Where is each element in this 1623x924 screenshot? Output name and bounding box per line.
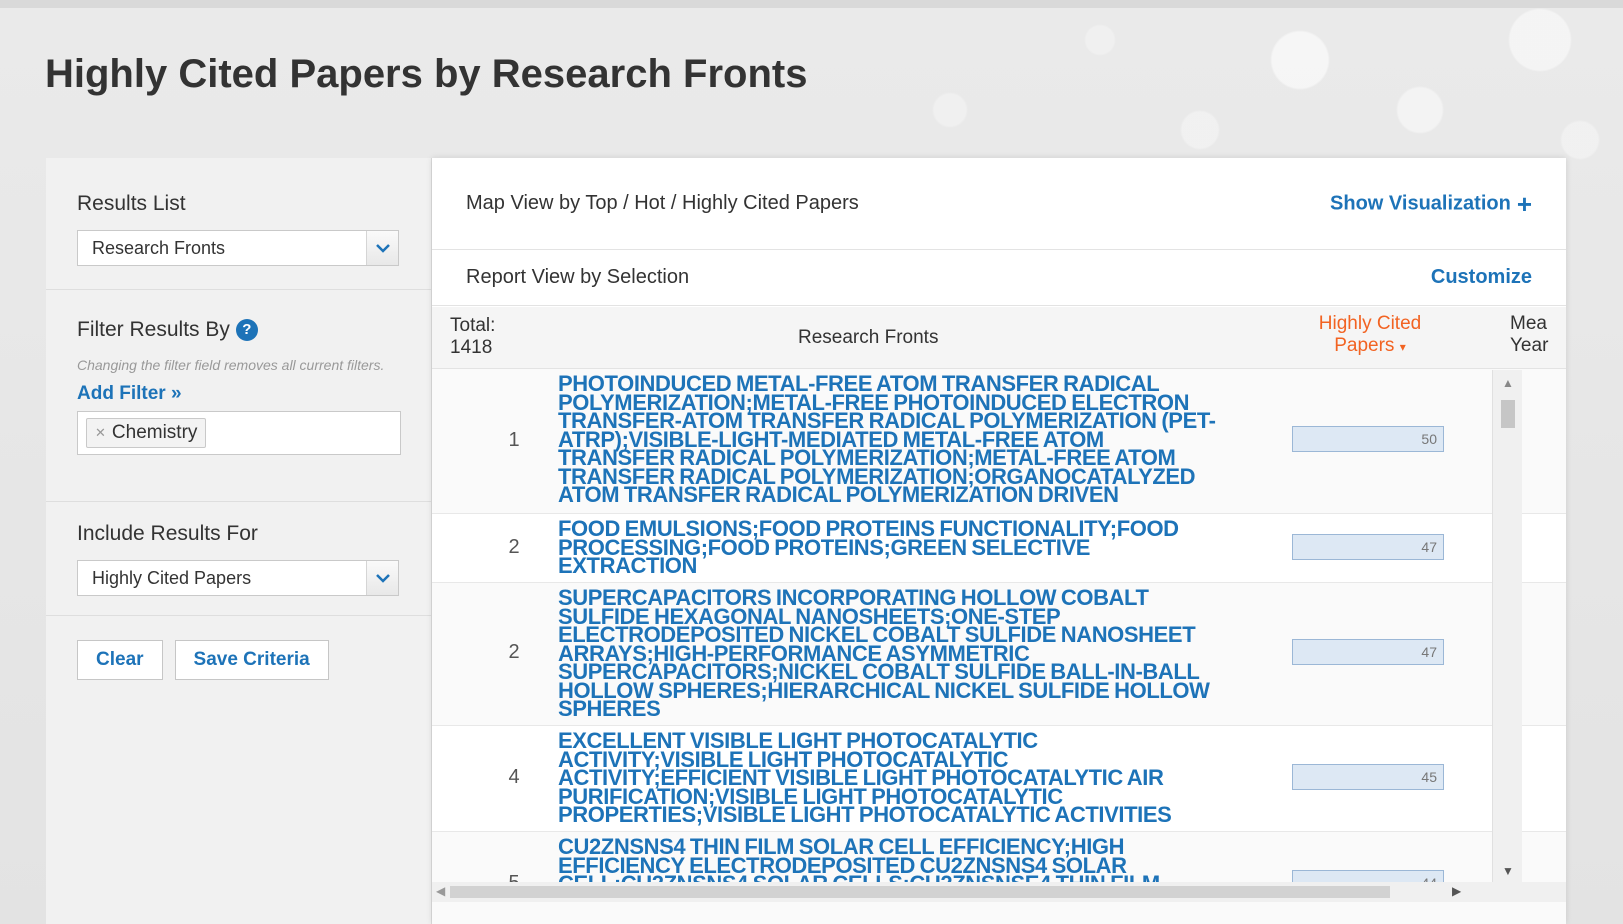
help-icon[interactable]: ? [235,319,258,342]
close-icon[interactable]: ✕ [95,425,106,441]
total-label: Total: [450,315,496,336]
results-table: Total: 1418 Research Fronts Highly Cited… [432,307,1566,924]
column-hcp-label: Highly Cited Papers [1318,313,1422,356]
page-title: Highly Cited Papers by Research Fronts [45,52,808,96]
chevron-down-icon[interactable] [366,561,398,595]
map-view-row: Map View by Top / Hot / Highly Cited Pap… [432,158,1566,250]
top-bar [0,0,1623,8]
map-view-label: Map View by Top / Hot / Highly Cited Pap… [466,192,859,214]
show-visualization-link[interactable]: Show Visualization + [1330,191,1532,217]
plus-icon[interactable]: + [1517,189,1532,219]
include-heading: Include Results For [77,522,258,545]
total-value: 1418 [450,337,493,358]
results-list-heading: Results List [77,192,186,215]
customize-link[interactable]: Customize [1431,266,1532,289]
scroll-up-icon[interactable]: ▲ [1493,376,1523,390]
table-body: 1 PHOTOINDUCED METAL-FREE ATOM TRANSFER … [432,369,1566,924]
scrollbar-thumb[interactable] [450,886,1390,898]
sort-desc-icon[interactable]: ▾ [1400,340,1406,354]
results-list-selected: Research Fronts [92,237,226,258]
horizontal-scrollbar[interactable]: ◀ ▶ [432,882,1566,902]
total-count: Total: 1418 [450,315,495,359]
vertical-scrollbar[interactable]: ▲ ▼ [1492,370,1522,884]
scroll-left-icon[interactable]: ◀ [436,884,445,898]
results-list-dropdown[interactable]: Research Fronts [77,230,399,266]
filter-chip-label: Chemistry [111,422,198,443]
papers-bar: 50 [1292,426,1444,452]
papers-count: 50 [1421,431,1437,447]
row-rank: 4 [508,766,520,788]
include-selected: Highly Cited Papers [92,567,252,588]
column-mean-year[interactable]: Mea Year [1510,313,1548,357]
table-row: 1 PHOTOINDUCED METAL-FREE ATOM TRANSFER … [432,369,1566,514]
filter-chip[interactable]: ✕ Chemistry [86,418,207,448]
papers-count: 47 [1421,644,1437,660]
papers-count: 47 [1421,539,1437,555]
include-section: Include Results For Highly Cited Papers [46,502,431,616]
research-front-link[interactable]: EXCELLENT VISIBLE LIGHT PHOTOCATALYTIC A… [558,730,1218,826]
scroll-down-icon[interactable]: ▼ [1493,864,1523,878]
scroll-right-icon[interactable]: ▶ [1452,884,1461,898]
report-view-label: Report View by Selection [466,266,690,288]
filter-section: Filter Results By? Changing the filter f… [46,290,431,502]
table-row: 2 SUPERCAPACITORS INCORPORATING HOLLOW C… [432,583,1566,726]
filter-hint: Changing the filter field removes all cu… [77,357,385,373]
scrollbar-thumb[interactable] [1501,400,1515,428]
actions-section: Clear Save Criteria [46,616,431,680]
research-front-link[interactable]: FOOD EMULSIONS;FOOD PROTEINS FUNCTIONALI… [558,518,1218,577]
row-rank: 2 [508,641,520,663]
filter-chip-box[interactable]: ✕ Chemistry [77,411,401,455]
filter-heading-label: Filter Results By [77,318,230,341]
research-front-link[interactable]: PHOTOINDUCED METAL-FREE ATOM TRANSFER RA… [558,373,1218,506]
column-highly-cited-papers[interactable]: Highly Cited Papers ▾ [1300,313,1440,358]
table-row: 2 FOOD EMULSIONS;FOOD PROTEINS FUNCTIONA… [432,514,1566,583]
row-rank: 2 [508,536,520,558]
papers-bar: 47 [1292,639,1444,665]
include-dropdown[interactable]: Highly Cited Papers [77,560,399,596]
chevron-down-icon[interactable] [366,231,398,265]
clear-button[interactable]: Clear [77,640,163,680]
table-row: 5 CU2ZNSNS4 THIN FILM SOLAR CELL EFFICIE… [432,832,1566,924]
results-panel: Map View by Top / Hot / Highly Cited Pap… [432,158,1566,924]
papers-bar: 47 [1292,534,1444,560]
left-panel: Results List Research Fronts Filter Resu… [46,158,432,924]
papers-bar: 45 [1292,764,1444,790]
table-row: 4 EXCELLENT VISIBLE LIGHT PHOTOCATALYTIC… [432,726,1566,832]
add-filter-link[interactable]: Add Filter » [77,383,182,405]
papers-count: 45 [1421,769,1437,785]
save-criteria-button[interactable]: Save Criteria [174,640,329,680]
show-visualization-label: Show Visualization [1330,191,1511,214]
table-header: Total: 1418 Research Fronts Highly Cited… [432,307,1566,369]
research-front-link[interactable]: SUPERCAPACITORS INCORPORATING HOLLOW COB… [558,587,1218,720]
column-research-fronts[interactable]: Research Fronts [798,327,938,349]
column-mean-line1: Mea [1510,313,1547,334]
filter-heading: Filter Results By? [77,318,400,342]
column-mean-line2: Year [1510,335,1549,356]
row-rank: 1 [508,429,520,451]
report-view-row: Report View by Selection Customize [432,250,1566,306]
results-list-section: Results List Research Fronts [46,158,431,290]
